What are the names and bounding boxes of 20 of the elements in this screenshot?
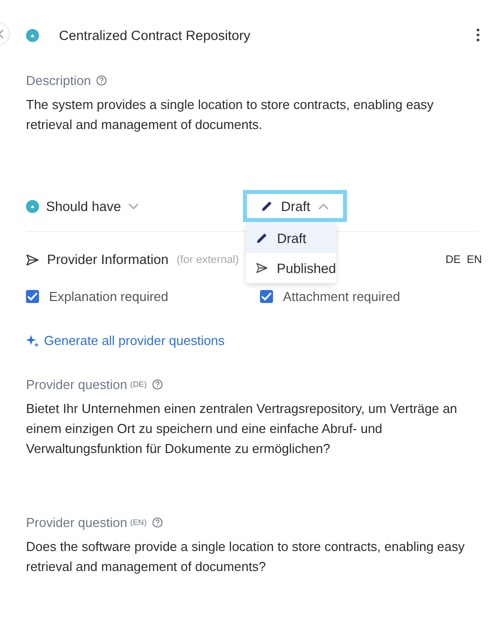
- section-title: Provider Information: [47, 252, 169, 267]
- status-option[interactable]: Published: [246, 253, 336, 283]
- generate-link[interactable]: Generate all provider questions: [44, 333, 225, 348]
- requirement-title: Centralized Contract Repository: [59, 28, 250, 42]
- status-option[interactable]: Draft: [246, 223, 336, 253]
- language-toggle[interactable]: DE: [445, 254, 461, 266]
- language-tag: (DE): [130, 380, 147, 389]
- checkbox-label: Attachment required: [283, 289, 400, 304]
- description-text: The system provides a single location to store contracts, enabling easy retrieval and management of documents.: [26, 96, 435, 134]
- section-label: Provider question: [26, 377, 128, 392]
- status-dropdown[interactable]: Draft: [243, 190, 348, 222]
- language-toggle[interactable]: EN: [466, 254, 482, 266]
- priority-select[interactable]: Should have: [26, 198, 243, 214]
- question-text: Bietet Ihr Unternehmen einen zentralen Vertragsrepository, um Verträge an einem einzigen Ort zu speichern und eine einfache Abruf- und Verwaltungsfunktion für Dokumente zu ermöglichen?: [26, 400, 458, 458]
- section-label: Description: [26, 73, 92, 88]
- checkbox-label: Explanation required: [49, 289, 168, 304]
- language-tag: (EN): [130, 518, 147, 527]
- section-note: (for external): [176, 254, 239, 266]
- question-text: Does the software provide a single location to store contracts, enabling easy retrieval and management of documents?: [26, 538, 466, 576]
- section-label: Provider question: [26, 515, 128, 530]
